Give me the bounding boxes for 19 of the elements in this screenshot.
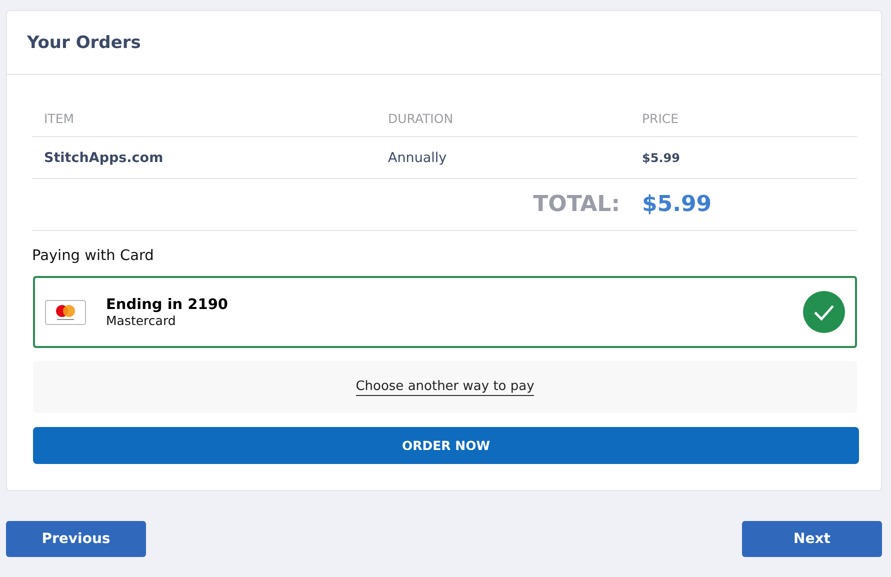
next-button[interactable]: Next [742, 521, 882, 557]
total-value: $5.99 [642, 192, 713, 217]
card-logo-icon [45, 300, 86, 324]
previous-button[interactable]: Previous [6, 521, 146, 557]
table-cell-text: StitchApps.com [44, 150, 164, 166]
choose-payment-link[interactable]: Choose another way to pay [356, 378, 534, 396]
column-header: DURATION [388, 111, 454, 126]
check-icon [803, 291, 845, 333]
column-header: PRICE [642, 111, 680, 126]
total-label: TOTAL: [532, 192, 621, 217]
payment-card[interactable]: Ending in 2190 Mastercard [33, 276, 857, 348]
column-header: ITEM [44, 111, 76, 126]
payment-label: Paying with Card [32, 248, 155, 264]
card-brand: Mastercard [106, 312, 177, 328]
table-cell-text: $5.99 [642, 150, 681, 164]
card-title: Ending in 2190 [106, 296, 230, 312]
order-now-button[interactable]: ORDER NOW [33, 427, 859, 464]
panel-title: Your Orders [27, 32, 141, 52]
table-cell-text: Annually [388, 150, 448, 166]
